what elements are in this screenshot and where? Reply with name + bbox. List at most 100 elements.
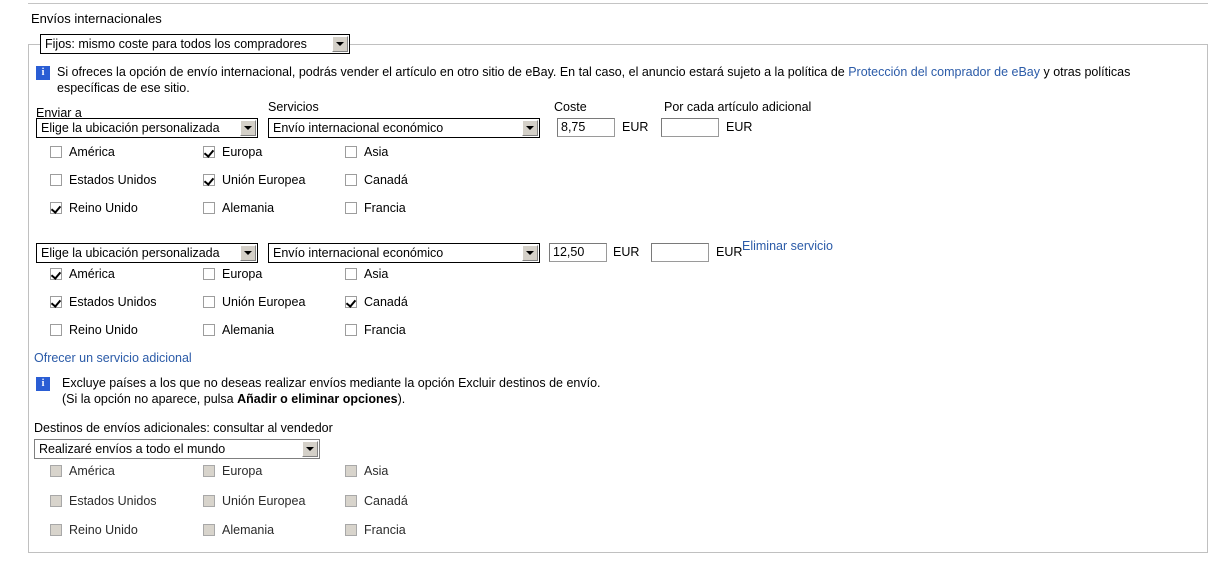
checkbox-europa[interactable]: [203, 146, 215, 158]
ebay-buyer-protection-link[interactable]: Protección del comprador de eBay: [848, 65, 1040, 79]
chevron-down-icon[interactable]: [302, 441, 318, 457]
checkbox-label: Canadá: [364, 295, 408, 309]
checkbox-label: Reino Unido: [69, 201, 138, 215]
page-title: Envíos internacionales: [31, 11, 162, 26]
service-2-location-select[interactable]: Elige la ubicación personalizada: [36, 243, 258, 263]
checkbox-label: Alemania: [222, 201, 275, 215]
checkbox-label: Asia: [364, 145, 389, 159]
service-1-service-value: Envío internacional económico: [273, 121, 444, 135]
checkbox-label: Francia: [364, 323, 406, 337]
additional-dest-america: América: [50, 464, 115, 478]
checkbox-america[interactable]: [50, 268, 62, 280]
service-2-dest-alemania[interactable]: Alemania: [203, 323, 274, 337]
shipping-type-select[interactable]: Fijos: mismo coste para todos los compra…: [40, 34, 350, 54]
label-cost: Coste: [554, 100, 587, 114]
chevron-down-icon[interactable]: [332, 36, 348, 52]
service-1-service-select[interactable]: Envío internacional económico: [268, 118, 540, 138]
info-secondary-text: Excluye países a los que no deseas reali…: [62, 375, 1182, 407]
service-2-cost-input[interactable]: 12,50: [549, 243, 607, 262]
service-1-dest-canada[interactable]: Canadá: [345, 173, 408, 187]
service-2-additional-cost-input[interactable]: [651, 243, 709, 262]
checkbox-america: [50, 465, 62, 477]
service-1-dest-alemania[interactable]: Alemania: [203, 201, 274, 215]
checkbox-label: Alemania: [222, 523, 275, 537]
remove-service-link[interactable]: Eliminar servicio: [742, 239, 833, 253]
checkbox-union-europea[interactable]: [203, 174, 215, 186]
info-secondary-line2: (Si la opción no aparece, pulsa Añadir o…: [62, 391, 1182, 407]
additional-destinations-value: Realizaré envíos a todo el mundo: [39, 442, 226, 456]
checkbox-label: Europa: [222, 464, 263, 478]
checkbox-alemania[interactable]: [203, 202, 215, 214]
checkbox-reino-unido[interactable]: [50, 202, 62, 214]
service-1-additional-cost-input[interactable]: [661, 118, 719, 137]
checkbox-asia[interactable]: [345, 146, 357, 158]
checkbox-asia[interactable]: [345, 268, 357, 280]
service-2-dest-canada[interactable]: Canadá: [345, 295, 408, 309]
info-primary-text-before: Si ofreces la opción de envío internacio…: [57, 65, 849, 79]
checkbox-alemania[interactable]: [203, 324, 215, 336]
checkbox-label: Unión Europea: [222, 494, 306, 508]
service-1-dest-estados-unidos[interactable]: Estados Unidos: [50, 173, 157, 187]
service-1-cost-currency: EUR: [622, 120, 649, 134]
checkbox-america[interactable]: [50, 146, 62, 158]
additional-destinations-select[interactable]: Realizaré envíos a todo el mundo: [34, 439, 320, 459]
checkbox-label: América: [69, 145, 115, 159]
checkbox-label: Estados Unidos: [69, 295, 157, 309]
checkbox-label: Estados Unidos: [69, 494, 157, 508]
checkbox-francia[interactable]: [345, 324, 357, 336]
service-2-dest-europa[interactable]: Europa: [203, 267, 262, 281]
service-1-dest-asia[interactable]: Asia: [345, 145, 388, 159]
chevron-down-icon[interactable]: [240, 245, 256, 261]
chevron-down-icon[interactable]: [522, 120, 538, 136]
checkbox-francia: [345, 524, 357, 536]
checkbox-canada: [345, 495, 357, 507]
additional-dest-reino-unido: Reino Unido: [50, 523, 138, 537]
chevron-down-icon[interactable]: [522, 245, 538, 261]
checkbox-canada[interactable]: [345, 296, 357, 308]
service-1-dest-union-europea[interactable]: Unión Europea: [203, 173, 305, 187]
checkbox-label: Francia: [364, 201, 406, 215]
info-secondary-line1: Excluye países a los que no deseas reali…: [62, 376, 601, 390]
additional-dest-asia: Asia: [345, 464, 388, 478]
checkbox-union-europea: [203, 495, 215, 507]
service-2-dest-america[interactable]: América: [50, 267, 115, 281]
checkbox-label: Unión Europea: [222, 295, 306, 309]
service-1-dest-reino-unido[interactable]: Reino Unido: [50, 201, 138, 215]
checkbox-canada[interactable]: [345, 174, 357, 186]
additional-dest-europa: Europa: [203, 464, 262, 478]
checkbox-label: América: [69, 464, 115, 478]
checkbox-estados-unidos[interactable]: [50, 296, 62, 308]
checkbox-europa[interactable]: [203, 268, 215, 280]
checkbox-label: Europa: [222, 145, 263, 159]
service-1-cost-input[interactable]: 8,75: [557, 118, 615, 137]
service-1-location-select[interactable]: Elige la ubicación personalizada: [36, 118, 258, 138]
service-1-dest-francia[interactable]: Francia: [345, 201, 406, 215]
checkbox-label: Asia: [364, 267, 389, 281]
info-icon: i: [36, 66, 50, 80]
additional-dest-canada: Canadá: [345, 494, 408, 508]
service-2-dest-francia[interactable]: Francia: [345, 323, 406, 337]
checkbox-label: Canadá: [364, 494, 408, 508]
service-1-dest-america[interactable]: América: [50, 145, 115, 159]
checkbox-union-europea[interactable]: [203, 296, 215, 308]
service-2-service-select[interactable]: Envío internacional económico: [268, 243, 540, 263]
service-2-dest-asia[interactable]: Asia: [345, 267, 388, 281]
additional-dest-union-europea: Unión Europea: [203, 494, 305, 508]
checkbox-label: Reino Unido: [69, 323, 138, 337]
checkbox-estados-unidos[interactable]: [50, 174, 62, 186]
add-additional-service-link[interactable]: Ofrecer un servicio adicional: [34, 351, 192, 365]
additional-dest-estados-unidos: Estados Unidos: [50, 494, 157, 508]
service-2-dest-union-europea[interactable]: Unión Europea: [203, 295, 305, 309]
service-2-dest-reino-unido[interactable]: Reino Unido: [50, 323, 138, 337]
service-2-dest-estados-unidos[interactable]: Estados Unidos: [50, 295, 157, 309]
checkbox-label: Canadá: [364, 173, 408, 187]
checkbox-francia[interactable]: [345, 202, 357, 214]
checkbox-europa: [203, 465, 215, 477]
checkbox-label: América: [69, 267, 115, 281]
service-2-location-value: Elige la ubicación personalizada: [41, 246, 220, 260]
chevron-down-icon[interactable]: [240, 120, 256, 136]
checkbox-reino-unido[interactable]: [50, 324, 62, 336]
service-1-dest-europa[interactable]: Europa: [203, 145, 262, 159]
checkbox-label: Reino Unido: [69, 523, 138, 537]
additional-dest-francia: Francia: [345, 523, 406, 537]
